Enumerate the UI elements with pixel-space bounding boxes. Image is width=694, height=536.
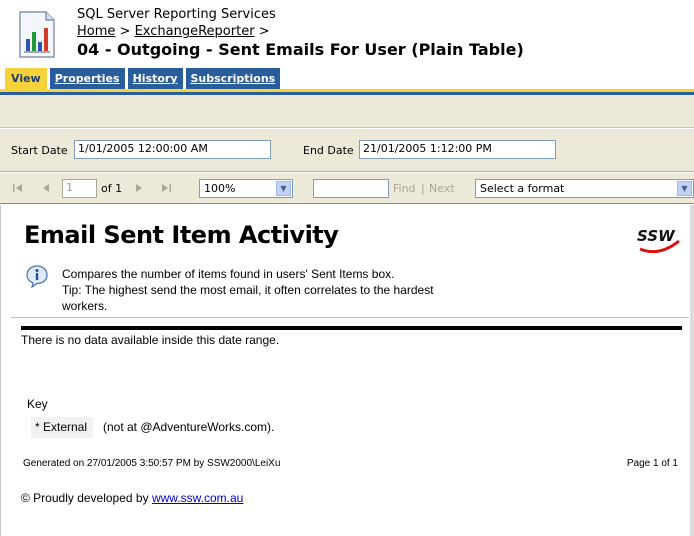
next-link[interactable]: Next <box>429 182 455 195</box>
zoom-value: 100% <box>204 182 236 195</box>
zoom-select[interactable]: 100% ▼ <box>199 179 293 198</box>
report-description: Compares the number of items found in us… <box>62 266 492 314</box>
generated-timestamp: Generated on 27/01/2005 3:50:57 PM by SS… <box>23 458 281 469</box>
info-icon <box>26 265 48 288</box>
ssw-logo: SSW <box>637 227 680 253</box>
toolbar-band <box>0 95 694 128</box>
report-viewer: Email Sent Item Activity SSW Compares th… <box>0 205 690 536</box>
page-title: 04 - Outgoing - Sent Emails For User (Pl… <box>77 40 524 59</box>
chevron-down-icon[interactable]: ▼ <box>677 181 692 196</box>
start-date-field[interactable]: 1/01/2005 12:00:00 AM <box>74 140 271 159</box>
no-data-message: There is no data available inside this d… <box>21 333 280 347</box>
find-link[interactable]: Find <box>393 182 416 195</box>
page-count-label: of 1 <box>101 182 123 195</box>
description-tip-line: workers. <box>62 299 108 313</box>
tab-bar: View Properties History Subscriptions <box>5 68 281 89</box>
export-format-value: Select a format <box>480 182 565 195</box>
breadcrumb: Home > ExchangeReporter > <box>77 24 270 39</box>
scrollbar-edge[interactable] <box>690 205 694 536</box>
start-date-label: Start Date <box>11 144 68 157</box>
tab-history[interactable]: History <box>127 68 183 89</box>
find-input[interactable] <box>313 179 389 198</box>
key-external-chip: * External <box>31 417 94 438</box>
key-heading: Key <box>27 397 48 411</box>
page-number-input[interactable]: 1 <box>62 179 97 198</box>
footer-text: © Proudly developed by <box>21 491 149 505</box>
svg-text:SSW: SSW <box>637 227 676 245</box>
ssw-website-link[interactable]: www.ssw.com.au <box>152 491 243 505</box>
end-date-field[interactable]: 21/01/2005 1:12:00 PM <box>359 140 556 159</box>
report-page-count: Page 1 of 1 <box>626 458 678 469</box>
previous-page-icon[interactable] <box>39 181 53 195</box>
description-line: Compares the number of items found in us… <box>62 267 395 281</box>
breadcrumb-home-link[interactable]: Home <box>77 24 115 39</box>
report-icon <box>19 11 55 58</box>
description-tip-line: Tip: The highest send the most email, it… <box>62 283 434 297</box>
report-title: Email Sent Item Activity <box>24 221 339 249</box>
key-external-note: (not at @AdventureWorks.com). <box>103 420 275 434</box>
chevron-down-icon[interactable]: ▼ <box>276 181 291 196</box>
table-top-rule <box>21 326 682 330</box>
parameter-bar: Start Date 1/01/2005 12:00:00 AM End Dat… <box>0 128 694 172</box>
breadcrumb-folder-link[interactable]: ExchangeReporter <box>135 24 255 39</box>
first-page-icon[interactable] <box>11 181 25 195</box>
tab-view[interactable]: View <box>5 68 47 89</box>
last-page-icon[interactable] <box>159 181 173 195</box>
report-toolbar: 1 of 1 100% ▼ Find | Next Select a forma… <box>0 173 694 204</box>
end-date-label: End Date <box>303 144 354 157</box>
next-page-icon[interactable] <box>132 181 146 195</box>
breadcrumb-separator: > <box>258 24 270 39</box>
tab-subscriptions[interactable]: Subscriptions <box>185 68 281 89</box>
export-format-select[interactable]: Select a format ▼ <box>475 179 694 198</box>
footer-credit: © Proudly developed by www.ssw.com.au <box>21 491 243 505</box>
tab-properties[interactable]: Properties <box>49 68 125 89</box>
breadcrumb-separator: > <box>119 24 131 39</box>
app-title: SQL Server Reporting Services <box>77 7 276 22</box>
divider <box>11 317 689 318</box>
find-separator: | <box>421 182 425 195</box>
